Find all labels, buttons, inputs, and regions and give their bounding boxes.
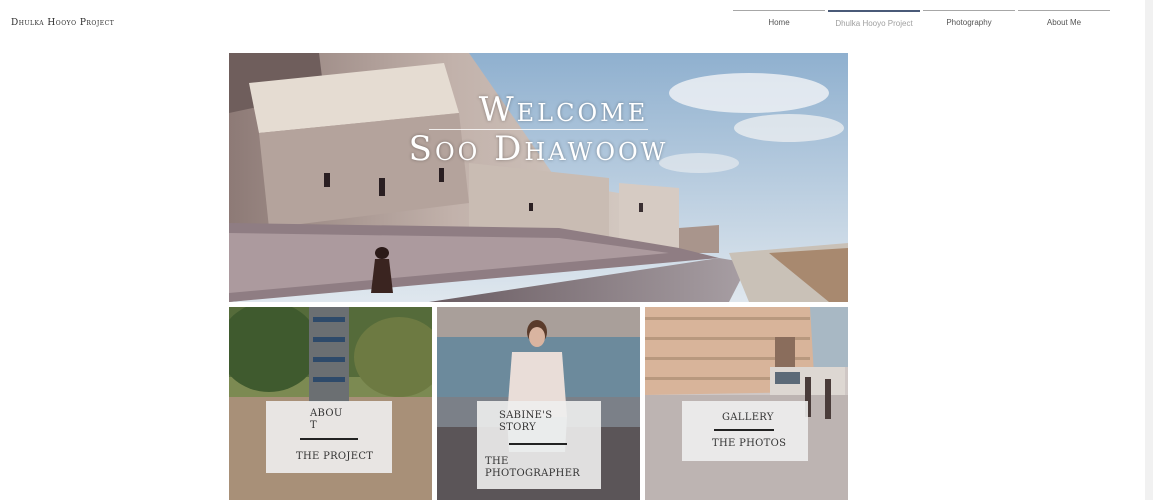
tile-sabine-divider bbox=[509, 443, 567, 445]
tile-about-divider bbox=[300, 438, 358, 440]
tile-gallery[interactable]: Gallery The photos bbox=[645, 307, 848, 500]
nav-item-about-me[interactable]: About Me bbox=[1018, 10, 1110, 33]
tile-gallery-card: Gallery The photos bbox=[682, 401, 808, 461]
nav-item-dhulka-hooyo-project[interactable]: Dhulka Hooyo Project bbox=[828, 10, 920, 34]
tile-about-card: Abou t The Project bbox=[266, 401, 392, 473]
tile-about-title-2: t bbox=[310, 420, 317, 431]
site-title[interactable]: Dhulka Hooyo Project bbox=[11, 18, 114, 28]
tile-gallery-divider bbox=[714, 429, 774, 431]
nav-item-photography[interactable]: Photography bbox=[923, 10, 1015, 33]
tile-about-project[interactable]: Abou t The Project bbox=[229, 307, 432, 500]
page: Dhulka Hooyo Project Home Dhulka Hooyo P… bbox=[0, 0, 1153, 500]
tile-gallery-subtitle: The photos bbox=[712, 438, 787, 449]
tile-sabine-card: Sabine's Story The photographer bbox=[477, 401, 601, 489]
hero-banner: Welcome Soo Dhawoow bbox=[229, 53, 848, 302]
tile-sabine-title-2: Story bbox=[499, 422, 537, 433]
tile-gallery-title: Gallery bbox=[722, 412, 774, 423]
page-scrollbar[interactable] bbox=[1145, 0, 1153, 500]
hero-soo-dhawoow-text: Soo Dhawoow bbox=[408, 129, 669, 169]
hero-heading: Welcome Soo Dhawoow bbox=[229, 91, 848, 168]
tile-about-subtitle: The Project bbox=[296, 451, 374, 462]
tile-sabines-story[interactable]: Sabine's Story The photographer bbox=[437, 307, 640, 500]
nav-item-home[interactable]: Home bbox=[733, 10, 825, 33]
main-nav: Home Dhulka Hooyo Project Photography Ab… bbox=[733, 10, 1110, 34]
hero-welcome-text: Welcome bbox=[428, 91, 649, 130]
tile-sabine-subtitle-2: photographer bbox=[485, 468, 581, 479]
